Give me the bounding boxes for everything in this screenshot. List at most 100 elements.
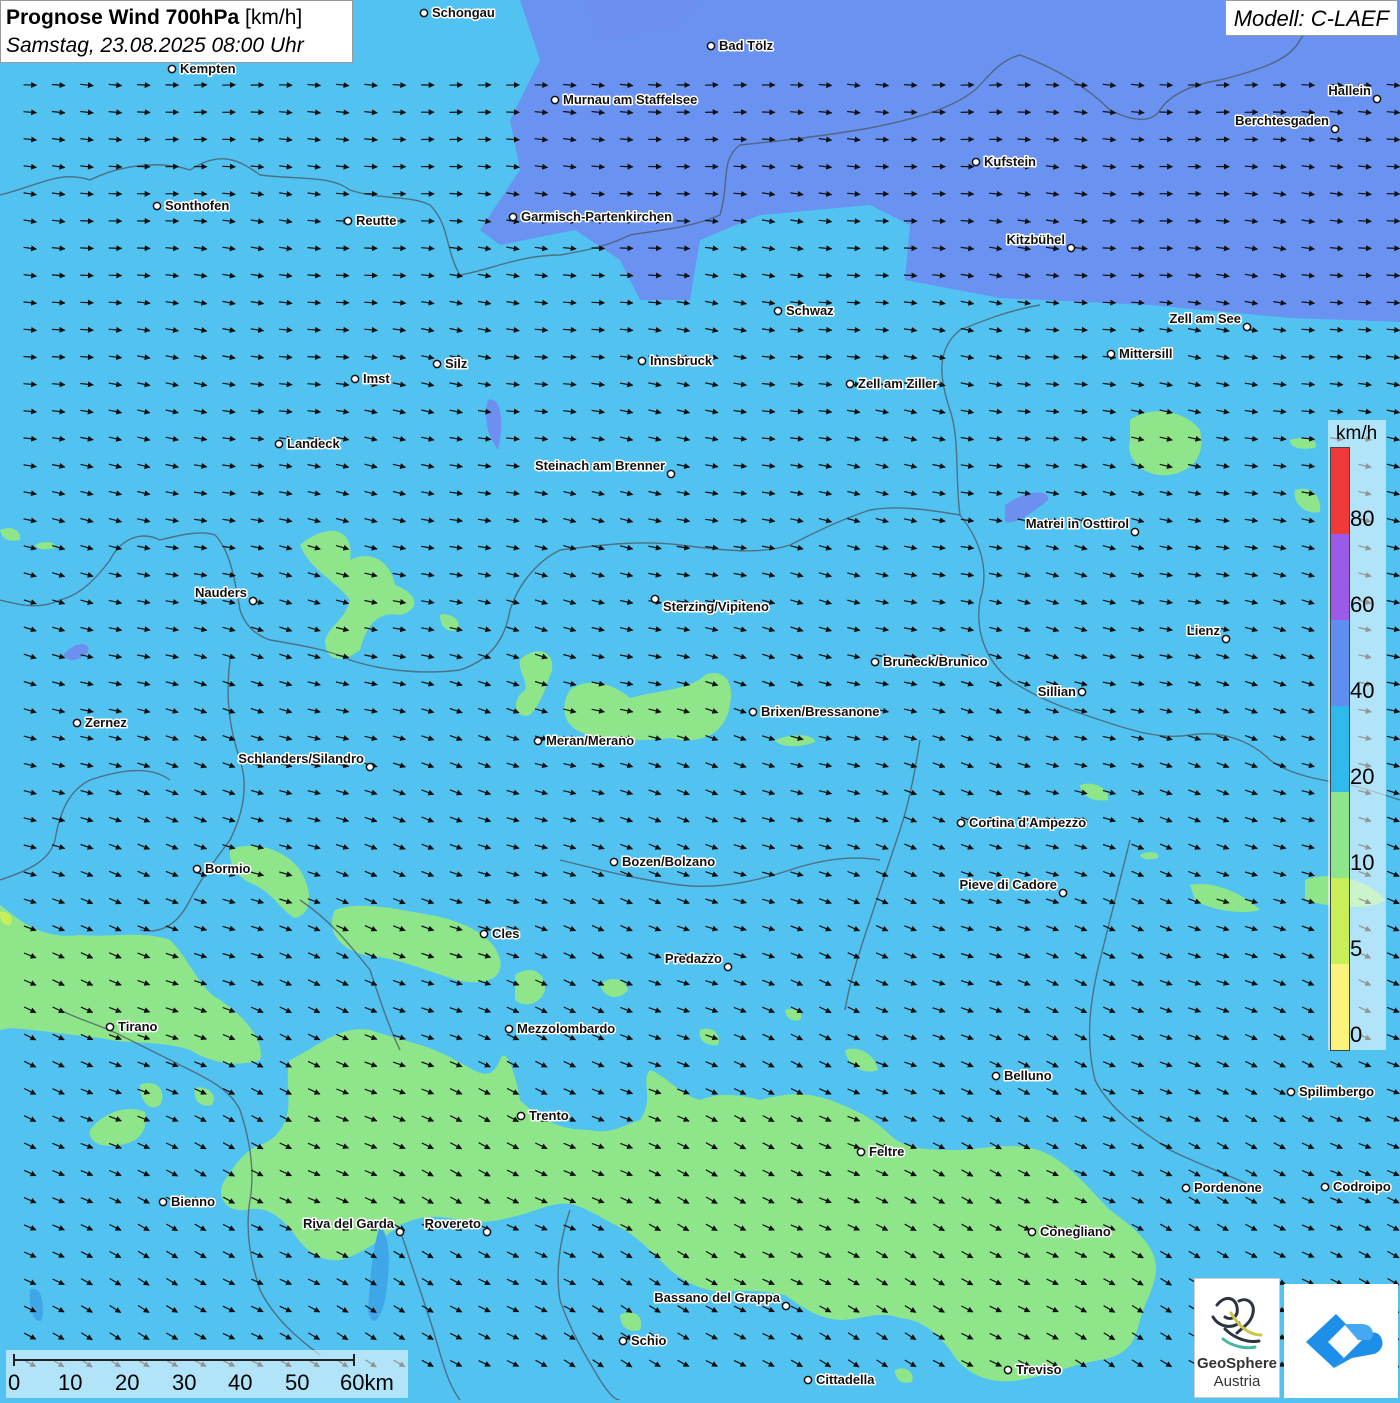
city-label[interactable]: Kempten xyxy=(180,61,236,76)
city-dot[interactable] xyxy=(992,1072,999,1079)
city-dot[interactable] xyxy=(1107,350,1114,357)
city-label[interactable]: Cortina d'Ampezzo xyxy=(969,815,1086,830)
city-dot[interactable] xyxy=(517,1112,524,1119)
city-label[interactable]: Spilimbergo xyxy=(1299,1084,1374,1099)
city-label[interactable]: Berchtesgaden xyxy=(1235,113,1329,128)
city-label[interactable]: Predazzo xyxy=(665,951,722,966)
city-label[interactable]: Garmisch-Partenkirchen xyxy=(521,209,672,224)
city-label[interactable]: Riva del Garda xyxy=(303,1216,395,1231)
city-label[interactable]: Tirano xyxy=(118,1019,158,1034)
city-label[interactable]: Pieve di Cadore xyxy=(959,877,1057,892)
city-label[interactable]: Sonthofen xyxy=(165,198,229,213)
city-dot[interactable] xyxy=(1028,1228,1035,1235)
city-label[interactable]: Trento xyxy=(529,1108,569,1123)
city-label[interactable]: Zernez xyxy=(85,715,127,730)
city-label[interactable]: Brixen/Bressanone xyxy=(761,704,880,719)
city-dot[interactable] xyxy=(168,65,175,72)
city-dot[interactable] xyxy=(1078,688,1085,695)
city-dot[interactable] xyxy=(1331,125,1338,132)
city-label[interactable]: Murnau am Staffelsee xyxy=(563,92,697,107)
city-label[interactable]: Imst xyxy=(363,371,390,386)
city-label[interactable]: Reutte xyxy=(356,213,396,228)
city-label[interactable]: Silz xyxy=(445,356,468,371)
city-dot[interactable] xyxy=(420,9,427,16)
city-dot[interactable] xyxy=(804,1376,811,1383)
city-label[interactable]: Kitzbühel xyxy=(1007,232,1066,247)
city-dot[interactable] xyxy=(707,42,714,49)
city-dot[interactable] xyxy=(433,360,440,367)
city-dot[interactable] xyxy=(957,819,964,826)
city-label[interactable]: Bozen/Bolzano xyxy=(622,854,715,869)
city-label[interactable]: Hallein xyxy=(1328,83,1371,98)
city-label[interactable]: Zell am Ziller xyxy=(858,376,937,391)
city-dot[interactable] xyxy=(344,217,351,224)
city-dot[interactable] xyxy=(1243,323,1250,330)
city-dot[interactable] xyxy=(1222,635,1229,642)
partner-logo[interactable] xyxy=(1284,1284,1398,1398)
city-label[interactable]: Meran/Merano xyxy=(546,733,634,748)
city-dot[interactable] xyxy=(73,719,80,726)
city-label[interactable]: Rovereto xyxy=(425,1216,481,1231)
city-label[interactable]: Feltre xyxy=(869,1144,904,1159)
city-label[interactable]: Schongau xyxy=(432,5,495,20)
city-dot[interactable] xyxy=(505,1025,512,1032)
city-label[interactable]: Landeck xyxy=(287,436,341,451)
city-label[interactable]: Codroipo xyxy=(1333,1179,1391,1194)
city-dot[interactable] xyxy=(396,1228,403,1235)
city-label[interactable]: Bassano del Grappa xyxy=(654,1290,780,1305)
city-label[interactable]: Sterzing/Vipiteno xyxy=(663,599,769,614)
city-label[interactable]: Treviso xyxy=(1016,1362,1062,1377)
wind-map[interactable]: Schongau Bad Tölz Kempten Murnau am Staffel… xyxy=(0,0,1400,1400)
city-dot[interactable] xyxy=(509,213,516,220)
city-label[interactable]: Conegliano xyxy=(1040,1224,1111,1239)
city-label[interactable]: Steinach am Brenner xyxy=(535,458,665,473)
city-label[interactable]: Schwaz xyxy=(786,303,834,318)
city-dot[interactable] xyxy=(972,158,979,165)
city-dot[interactable] xyxy=(249,597,256,604)
city-dot[interactable] xyxy=(846,380,853,387)
city-label[interactable]: Schlanders/Silandro xyxy=(238,751,364,766)
city-label[interactable]: Nauders xyxy=(195,585,247,600)
city-label[interactable]: Zell am See xyxy=(1169,311,1241,326)
city-label[interactable]: Bienno xyxy=(171,1194,215,1209)
city-label[interactable]: Pordenone xyxy=(1194,1180,1262,1195)
city-dot[interactable] xyxy=(871,658,878,665)
city-label[interactable]: Innsbruck xyxy=(650,353,713,368)
city-dot[interactable] xyxy=(483,1228,490,1235)
city-label[interactable]: Matrei in Osttirol xyxy=(1026,516,1129,531)
city-dot[interactable] xyxy=(366,763,373,770)
city-label[interactable]: Cittadella xyxy=(816,1372,875,1387)
geosphere-logo[interactable]: GeoSphere Austria xyxy=(1194,1278,1280,1398)
city-dot[interactable] xyxy=(551,96,558,103)
city-dot[interactable] xyxy=(857,1148,864,1155)
city-dot[interactable] xyxy=(1131,528,1138,535)
city-label[interactable]: Lienz xyxy=(1187,623,1221,638)
city-dot[interactable] xyxy=(480,930,487,937)
city-label[interactable]: Bormio xyxy=(205,861,251,876)
city-dot[interactable] xyxy=(619,1337,626,1344)
city-dot[interactable] xyxy=(193,865,200,872)
city-label[interactable]: Sillian xyxy=(1038,684,1076,699)
city-dot[interactable] xyxy=(1059,889,1066,896)
city-label[interactable]: Belluno xyxy=(1004,1068,1052,1083)
city-label[interactable]: Bruneck/Brunico xyxy=(883,654,988,669)
city-dot[interactable] xyxy=(106,1023,113,1030)
city-dot[interactable] xyxy=(534,737,541,744)
city-dot[interactable] xyxy=(1287,1088,1294,1095)
city-dot[interactable] xyxy=(724,963,731,970)
city-dot[interactable] xyxy=(1067,244,1074,251)
city-dot[interactable] xyxy=(749,708,756,715)
city-dot[interactable] xyxy=(1182,1184,1189,1191)
city-dot[interactable] xyxy=(1373,95,1380,102)
city-label[interactable]: Mittersill xyxy=(1119,346,1172,361)
city-dot[interactable] xyxy=(667,470,674,477)
city-dot[interactable] xyxy=(275,440,282,447)
city-label[interactable]: Bad Tölz xyxy=(719,38,774,53)
city-dot[interactable] xyxy=(610,858,617,865)
city-dot[interactable] xyxy=(1321,1183,1328,1190)
city-dot[interactable] xyxy=(159,1198,166,1205)
city-dot[interactable] xyxy=(1004,1366,1011,1373)
city-label[interactable]: Kufstein xyxy=(984,154,1036,169)
city-dot[interactable] xyxy=(153,202,160,209)
city-dot[interactable] xyxy=(651,595,658,602)
